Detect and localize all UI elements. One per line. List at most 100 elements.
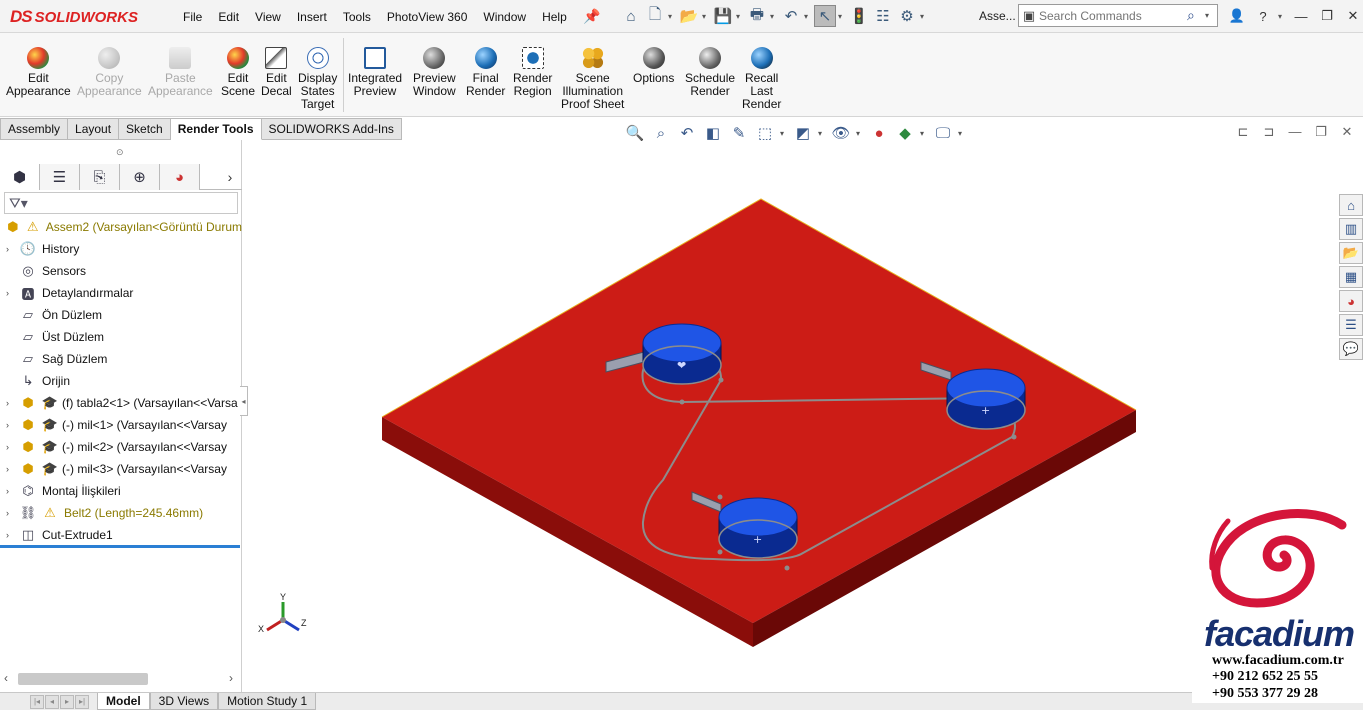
tab-solidworks-add-ins[interactable]: SOLIDWORKS Add-Ins (261, 118, 402, 140)
tree-item-origin[interactable]: ↳ Orijin (0, 370, 242, 392)
tree-item-annotations[interactable]: › 🅰 Detaylandırmalar (0, 282, 242, 304)
edit-scene-button[interactable]: Edit Scene (221, 47, 255, 98)
dimxpert-tab-icon[interactable]: ⊕ (120, 164, 160, 190)
tree-item-tabla2[interactable]: › ⬢ 🎓 (f) tabla2<1> (Varsayılan<<Varsa (0, 392, 242, 414)
scene-illumination-proof-sheet-button[interactable]: Scene Illumination Proof Sheet (561, 47, 624, 111)
menu-view[interactable]: View (247, 10, 289, 24)
tree-item-sensors[interactable]: ◎ Sensors (0, 260, 242, 282)
tree-item-mates[interactable]: › ⌬ Montaj İlişkileri (0, 480, 242, 502)
view-orientation-dropdown-icon[interactable]: ▾ (780, 129, 788, 138)
select-dropdown-icon[interactable]: ▾ (838, 12, 846, 21)
search-icon[interactable]: ⌕ (1187, 7, 1205, 24)
expand-icon[interactable]: › (6, 244, 18, 254)
command-search-icon[interactable]: ▣ (1019, 5, 1039, 26)
paste-appearance-button[interactable]: Paste Appearance (148, 47, 213, 98)
open-dropdown-icon[interactable]: ▾ (702, 12, 710, 21)
rebuild-traffic-light-icon[interactable]: 🚦 (848, 5, 870, 27)
search-input[interactable] (1039, 8, 1187, 23)
first-tab-icon[interactable]: |◂ (30, 694, 44, 709)
expand-icon[interactable]: › (6, 288, 18, 298)
new-dropdown-icon[interactable]: ▾ (668, 12, 676, 21)
apply-scene-dropdown-icon[interactable]: ▾ (920, 129, 928, 138)
solidworks-logo[interactable]: DS SOLIDWORKS (10, 4, 156, 30)
panel-grip-icon[interactable]: ⊙ (116, 147, 124, 158)
tree-item-front-plane[interactable]: ▱ Ön Düzlem (0, 304, 242, 326)
base-plate[interactable] (381, 198, 1137, 647)
tree-item-history[interactable]: › 🕓 History (0, 238, 242, 260)
expand-icon[interactable]: › (6, 530, 18, 540)
file-explorer-icon[interactable]: 📂 (1339, 242, 1363, 264)
display-style-dropdown-icon[interactable]: ▾ (818, 129, 826, 138)
tab-motion-study-1[interactable]: Motion Study 1 (218, 693, 317, 710)
help-icon[interactable]: ? (1252, 5, 1274, 27)
tree-filter-box[interactable]: ⛛▾ (4, 192, 238, 214)
feature-tree-tab-icon[interactable]: ⬢ (0, 164, 40, 190)
save-dropdown-icon[interactable]: ▾ (736, 12, 744, 21)
help-dropdown-icon[interactable]: ▾ (1278, 12, 1286, 21)
property-manager-tab-icon[interactable]: ☰ (40, 164, 80, 190)
viewport-restore-icon[interactable]: ❐ (1314, 124, 1328, 140)
select-cursor-icon[interactable]: ↖ (814, 5, 836, 27)
tab-assembly[interactable]: Assembly (0, 118, 69, 140)
options-gear-icon[interactable]: ⚙ (896, 5, 918, 27)
scroll-right-icon[interactable]: › (229, 671, 233, 685)
undo-dropdown-icon[interactable]: ▾ (804, 12, 812, 21)
recall-last-render-button[interactable]: Recall Last Render (742, 47, 781, 111)
viewport-prev-icon[interactable]: ⊏ (1236, 124, 1250, 140)
tree-item-belt2[interactable]: › ⛓ ⚠ Belt2 (Length=245.46mm) (0, 502, 242, 524)
menu-help[interactable]: Help (534, 10, 575, 24)
scroll-left-icon[interactable]: ‹ (4, 671, 8, 685)
menu-insert[interactable]: Insert (289, 10, 335, 24)
tab-sketch[interactable]: Sketch (119, 118, 171, 140)
expand-icon[interactable]: › (6, 442, 18, 452)
integrated-preview-button[interactable]: Integrated Preview (348, 47, 402, 98)
view-settings-dropdown-icon[interactable]: ▾ (958, 129, 966, 138)
open-icon[interactable]: 📂 (678, 5, 700, 27)
display-states-target-button[interactable]: Display States Target (298, 47, 337, 111)
tab-render-tools[interactable]: Render Tools (170, 118, 262, 140)
tab-3d-views[interactable]: 3D Views (149, 693, 219, 710)
edit-decal-button[interactable]: Edit Decal (261, 47, 292, 98)
tree-item-mil-1[interactable]: › ⬢ 🎓 (-) mil<1> (Varsayılan<<Varsay (0, 414, 242, 436)
tabs-scroll-right-icon[interactable]: › (220, 164, 240, 189)
menu-file[interactable]: File (175, 10, 210, 24)
scroll-thumb[interactable] (18, 673, 148, 685)
options-button[interactable]: Options (633, 47, 674, 85)
menu-tools[interactable]: Tools (335, 10, 379, 24)
file-properties-icon[interactable]: ☷ (872, 5, 894, 27)
expand-icon[interactable]: › (6, 508, 18, 518)
viewport-next-icon[interactable]: ⊐ (1262, 124, 1276, 140)
menu-edit[interactable]: Edit (210, 10, 247, 24)
print-icon[interactable]: 🖶 (746, 5, 768, 27)
tree-root-assembly[interactable]: ⬢ ⚠ Assem2 (Varsayılan<Görüntü Durum (0, 216, 242, 238)
edit-appearance-button[interactable]: Edit Appearance (6, 47, 71, 98)
render-region-button[interactable]: Render Region (513, 47, 552, 98)
tab-model[interactable]: Model (97, 693, 150, 710)
view-palette-icon[interactable]: ▦ (1339, 266, 1363, 288)
copy-appearance-button[interactable]: Copy Appearance (77, 47, 142, 98)
home-icon[interactable]: ⌂ (620, 5, 642, 27)
tree-horizontal-scrollbar[interactable]: ‹ › (0, 670, 242, 688)
minimize-icon[interactable]: — (1290, 5, 1312, 27)
expand-icon[interactable]: › (6, 398, 18, 408)
custom-properties-icon[interactable]: ☰ (1339, 314, 1363, 336)
filter-icon[interactable]: ⛛▾ (9, 195, 28, 212)
tree-item-mil-2[interactable]: › ⬢ 🎓 (-) mil<2> (Varsayılan<<Varsay (0, 436, 242, 458)
undo-icon[interactable]: ↶ (780, 5, 802, 27)
preview-window-button[interactable]: Preview Window (413, 47, 456, 98)
tree-item-top-plane[interactable]: ▱ Üst Düzlem (0, 326, 242, 348)
display-manager-tab-icon[interactable]: ◕ (160, 164, 200, 190)
final-render-button[interactable]: Final Render (466, 47, 505, 98)
save-icon[interactable]: 💾 (712, 5, 734, 27)
menu-photoview[interactable]: PhotoView 360 (379, 10, 476, 24)
new-document-icon[interactable]: 🗋 (644, 5, 666, 27)
pin-icon[interactable]: 📌 (583, 8, 600, 25)
viewport-minimize-icon[interactable]: — (1288, 124, 1302, 140)
prev-tab-icon[interactable]: ◂ (45, 694, 59, 709)
expand-icon[interactable]: › (6, 420, 18, 430)
expand-icon[interactable]: › (6, 486, 18, 496)
tree-item-cut-extrude1[interactable]: › ◫ Cut-Extrude1 (0, 524, 242, 546)
close-icon[interactable]: ✕ (1342, 5, 1363, 27)
restore-icon[interactable]: ❐ (1316, 5, 1338, 27)
forum-icon[interactable]: 💬 (1339, 338, 1363, 360)
